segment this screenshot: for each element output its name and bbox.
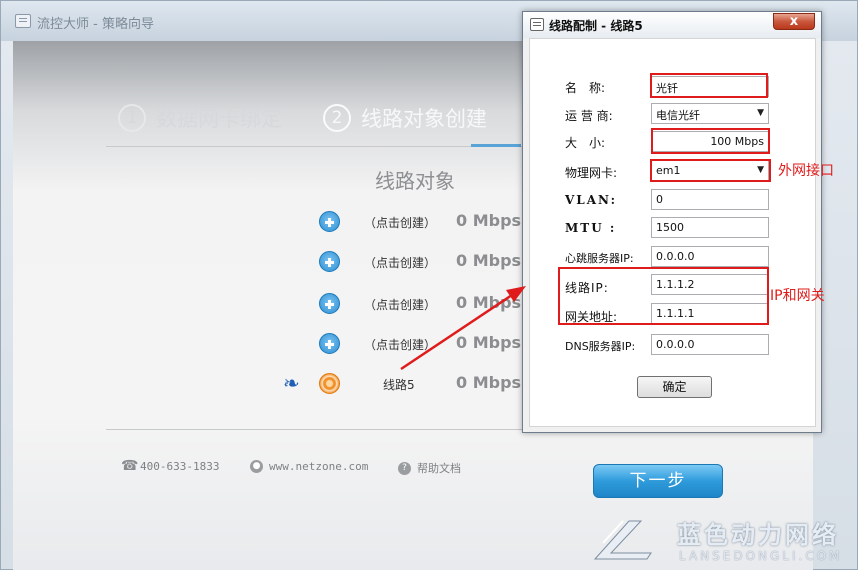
annotation-arrow <box>400 286 526 371</box>
